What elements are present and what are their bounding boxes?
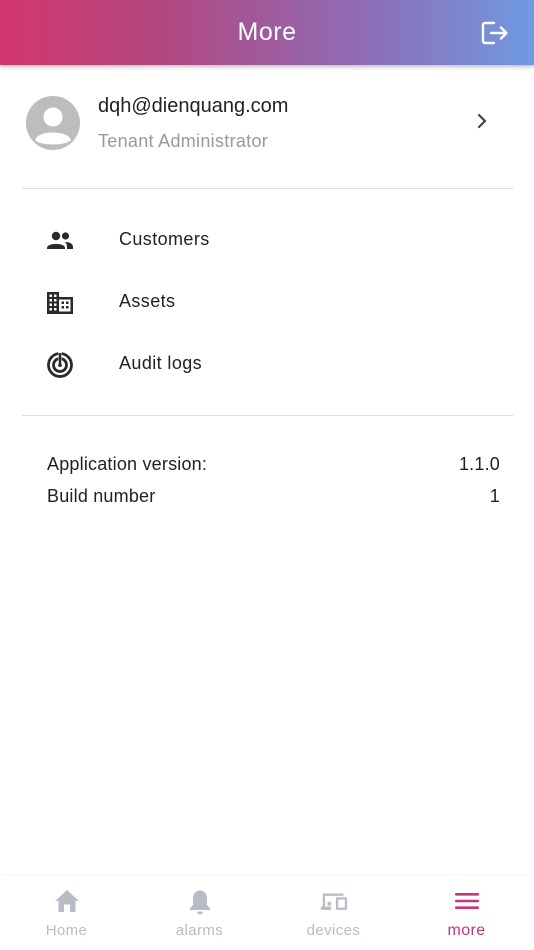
chevron-right-icon	[477, 113, 487, 129]
divider	[22, 188, 513, 189]
profile-role: Tenant Administrator	[98, 131, 269, 151]
menu-item-audit-logs[interactable]: Audit logs	[0, 334, 534, 396]
page-title: More	[237, 18, 297, 46]
track-changes-icon	[47, 352, 73, 378]
domain-icon	[47, 292, 73, 314]
app-bar: More	[0, 0, 534, 65]
menu-item-label: Audit logs	[119, 353, 203, 373]
divider	[22, 415, 513, 416]
build-number-label: Build number	[47, 486, 156, 506]
nav-item-devices[interactable]: devices	[267, 876, 400, 950]
app-version-label: Application version:	[47, 454, 208, 474]
nav-item-home[interactable]: Home	[0, 876, 133, 950]
home-icon	[54, 890, 79, 912]
nav-label: alarms	[175, 922, 224, 939]
bottom-navigation: Home alarms devices more	[0, 876, 534, 950]
nav-item-alarms[interactable]: alarms	[133, 876, 266, 950]
avatar-icon	[26, 96, 80, 150]
customers-icon	[47, 231, 73, 249]
nav-label: more	[447, 922, 486, 939]
nav-item-more[interactable]: more	[400, 876, 533, 950]
nav-label: devices	[306, 922, 361, 939]
profile-row[interactable]: dqh@dienquang.com Tenant Administrator	[0, 65, 534, 188]
bell-icon	[189, 890, 210, 915]
menu-icon	[454, 893, 479, 909]
menu-item-label: Assets	[119, 291, 176, 311]
menu-item-label: Customers	[119, 229, 210, 249]
menu-item-customers[interactable]: Customers	[0, 210, 534, 272]
logout-button[interactable]	[480, 18, 510, 48]
build-number-value: 1	[489, 486, 500, 506]
devices-icon	[320, 893, 347, 910]
logout-icon	[481, 21, 508, 45]
app-version-value: 1.1.0	[458, 454, 500, 474]
nav-label: Home	[45, 922, 88, 939]
menu-item-assets[interactable]: Assets	[0, 272, 534, 334]
profile-email: dqh@dienquang.com	[98, 95, 289, 117]
